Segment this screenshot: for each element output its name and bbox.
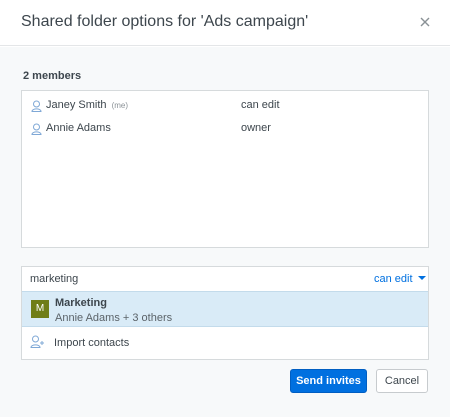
members-list: Janey Smith (me) can edit Annie Adams ow… [21,90,429,248]
dialog-title: Shared folder options for 'Ads campaign' [21,13,309,30]
suggestion-subtitle: Annie Adams + 3 others [55,312,173,324]
chevron-down-icon [417,276,426,280]
user-icon [31,122,42,140]
send-invites-button[interactable]: Send invites [290,369,367,393]
import-contacts-label: Import contacts [54,337,130,349]
member-row-annie-adams: Annie Adams owner [22,119,428,139]
dialog-header: Shared folder options for 'Ads campaign' [0,0,450,46]
shared-folder-dialog: Shared folder options for 'Ads campaign'… [0,0,450,417]
permission-dropdown[interactable]: can edit [374,273,426,285]
close-icon[interactable] [417,14,433,30]
cancel-button[interactable]: Cancel [376,369,428,393]
invite-box: can edit M Marketing Annie Adams + 3 oth… [21,266,429,360]
user-icon [31,99,42,117]
member-name: Annie Adams [46,122,111,134]
member-name: Janey Smith (me) [46,99,129,111]
invite-search-input[interactable] [22,267,362,291]
members-count: 2 members [23,70,82,82]
suggestion-name: Marketing [55,297,107,309]
permission-label: can edit [374,273,413,285]
suggestion-item-marketing[interactable]: M Marketing Annie Adams + 3 others [22,291,428,327]
member-me-tag: (me) [111,101,129,110]
import-contacts-item[interactable]: Import contacts [22,327,428,359]
add-contact-icon [30,335,46,354]
member-role: can edit [241,99,280,111]
member-row-janey-smith: Janey Smith (me) can edit [22,96,428,116]
group-badge: M [31,300,49,318]
dialog-body: 2 members Janey Smith (me) can edit Anni… [0,47,450,417]
member-role: owner [241,122,271,134]
